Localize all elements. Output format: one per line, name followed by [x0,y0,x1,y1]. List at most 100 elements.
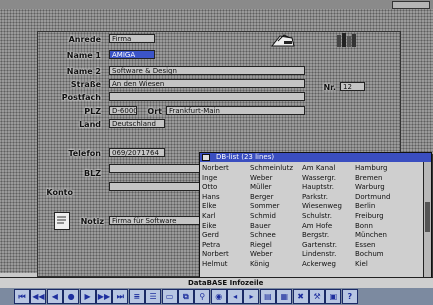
list-item[interactable]: Eike Bauer Am Hofe Bonn [202,222,421,232]
list-cell: Wiesenweg [302,202,342,211]
sort-icon[interactable]: ▤ [259,289,276,304]
stop-icon[interactable]: ● [63,289,80,304]
list-item[interactable]: Elke Sommer Wiesenweg Berlin [202,202,421,212]
label-ort: Ort [147,107,162,116]
last-record-icon[interactable]: ⏭ [112,289,129,304]
label-telefon: Telefon [68,149,101,158]
window-gadgets[interactable] [392,1,430,9]
list-item[interactable]: Petra Riegel Gartenstr. Essen [202,241,421,251]
blz-field[interactable] [109,164,201,173]
disk-icon[interactable] [270,32,296,48]
list-item[interactable]: Norbert Schmeinlutz Am Kanal Hamburg [202,164,421,174]
list-cell: Helmut [202,259,228,268]
label-nr: Nr. [323,83,336,92]
list-cell: Bremen [355,173,383,182]
save-icon[interactable]: ▣ [325,289,342,304]
arrow-right-icon[interactable]: ▸ [243,289,260,304]
label-konto: Konto [46,188,73,197]
land-field[interactable]: Deutschland [109,119,165,128]
nr-field[interactable]: 12 [340,82,365,91]
postfach-field[interactable] [109,92,305,101]
konto-field[interactable] [109,182,201,191]
delete-icon[interactable]: ✖ [292,289,309,304]
list-cell: Dortmund [355,192,391,201]
main-window: Anrede Firma Name 1 AMIGA Name 2 Softwar… [0,9,433,285]
list-cell: König [250,259,270,268]
search-icon[interactable]: ⚲ [194,289,211,304]
list-window-title[interactable]: DB-list (23 lines) [200,153,431,162]
list-cell: Weber [250,250,273,259]
list-cell: Inge [202,173,218,182]
list-item[interactable]: Gerd Schnee Bergstr. München [202,231,421,241]
arrow-left-icon[interactable]: ◂ [227,289,244,304]
name2-field[interactable]: Software & Design [109,66,305,75]
next-page-icon[interactable]: ▶▶ [95,289,112,304]
anrede-field[interactable]: Firma [109,34,155,43]
list-item[interactable]: Hans Berger Parkstr. Dortmund [202,193,421,203]
notiz-field[interactable]: Firma für Software [109,216,201,225]
list-cell: Sommer [250,202,280,211]
close-icon[interactable] [202,154,210,161]
list-cell: Freiburg [355,211,384,220]
list-item[interactable]: Inge Weber Wassergr. Bremen [202,174,421,184]
list-cell: Parkstr. [302,192,328,201]
filter-icon[interactable]: ◉ [210,289,227,304]
first-record-icon[interactable]: ⏮ [14,289,30,304]
list-cell: München [355,231,387,240]
list-item[interactable]: Norbert Weber Lindenstr. Bochum [202,250,421,260]
ort-field[interactable]: Frankfurt-Main [166,106,305,115]
info-bar-text: DataBASE Infozeile [188,279,264,287]
label-blz: BLZ [84,169,101,178]
list-cell: Berger [250,192,274,201]
label-plz: PLZ [84,107,101,116]
list-cell: Berlin [355,202,376,211]
telefon-field[interactable]: 069/2071764 [109,148,165,157]
list-icon[interactable]: ☰ [145,289,162,304]
tools-icon[interactable]: ⚒ [309,289,326,304]
list-cell: Gartenstr. [302,240,337,249]
list-cell: Hamburg [355,164,388,172]
scrollbar[interactable] [423,162,431,283]
list-cell: Am Kanal [302,164,336,172]
list-cell: Norbert [202,250,229,259]
note-icon[interactable] [54,212,70,230]
books-icon[interactable] [336,32,358,48]
list-cell: Elke [202,202,217,211]
list-cell: Ackerweg [302,259,336,268]
list-cell: Weber [250,173,273,182]
plz-field[interactable]: D-6000 [109,106,137,115]
list-cell: Bonn [355,221,373,230]
list-cell: Petra [202,240,221,249]
edit-icon[interactable]: ≡ [128,289,145,304]
copy-icon[interactable]: ⧉ [177,289,194,304]
list-cell: Otto [202,183,218,192]
list-cell: Bergstr. [302,231,330,240]
help-icon[interactable]: ? [341,289,358,304]
list-item[interactable]: Karl Schmid Schulstr. Freiburg [202,212,421,222]
label-anrede: Anrede [68,35,101,44]
list-item[interactable]: Otto Müller Hauptstr. Warburg [202,183,421,193]
previous-page-icon[interactable]: ◀◀ [30,289,47,304]
next-record-icon[interactable]: ▶ [79,289,96,304]
list-cell: Schmid [250,211,276,220]
scroll-thumb[interactable] [425,202,430,232]
previous-record-icon[interactable]: ◀ [46,289,63,304]
name1-field[interactable]: AMIGA [109,50,155,59]
list-cell: Am Hofe [302,221,333,230]
list-cell: Bauer [250,221,271,230]
list-window: DB-list (23 lines) Norbert Schmeinlutz Am … [199,152,432,285]
list-cell: Müller [250,183,272,192]
list-cell: Essen [355,240,376,249]
strasse-field[interactable]: An den Wiesen [109,79,305,88]
list-item[interactable]: Helmut König Ackerweg Kiel [202,260,421,270]
list-cell: Bochum [355,250,384,259]
list-cell: Warburg [355,183,385,192]
list-cell: Riegel [250,240,272,249]
list-cell: Schnee [250,231,276,240]
list-cell: Kiel [355,259,368,268]
label-land: Land [79,120,101,129]
print-icon[interactable]: ▦ [276,289,293,304]
insert-icon[interactable]: ▭ [161,289,178,304]
list-rows: Norbert Schmeinlutz Am Kanal Hamburg Inge Web… [202,164,421,270]
label-postfach: Postfach [61,93,101,102]
